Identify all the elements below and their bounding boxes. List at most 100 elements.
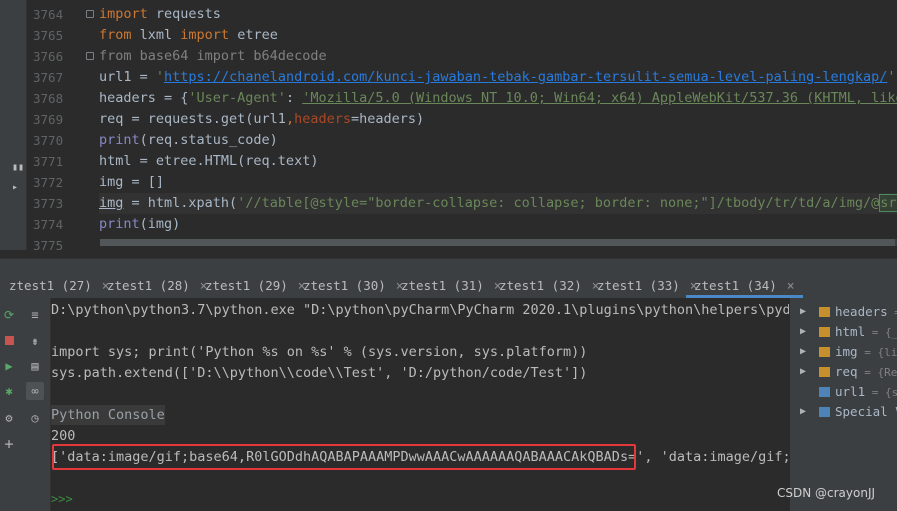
run-icon[interactable]: ▶ <box>0 357 18 375</box>
tab-label: ztest1 (28) <box>107 278 190 293</box>
fold-gutter <box>86 0 96 250</box>
tab-label: ztest1 (32) <box>499 278 582 293</box>
code-line: img = [] <box>99 174 165 190</box>
console-side-toolbar: ≡ ⇟ ▤ ∞ ◷ <box>19 298 51 511</box>
highlight-annotation-box <box>52 444 636 470</box>
history-icon[interactable]: ◷ <box>26 409 44 427</box>
console-header: Python Console <box>51 405 165 425</box>
variable-value: = {list: <box>864 346 897 359</box>
keyword-argument: headers <box>294 111 351 127</box>
line-number: 3765 <box>33 28 64 43</box>
selected-text: src <box>879 194 897 212</box>
line-number: 3773 <box>33 196 64 211</box>
url-link[interactable]: https://chanelandroid.com/kunci-jawaban-… <box>164 69 887 85</box>
tab-label: ztest1 (29) <box>205 278 288 293</box>
tab-ztest1-27[interactable]: ztest1 (27) × <box>9 272 110 298</box>
tab-label: ztest1 (31) <box>401 278 484 293</box>
code-text: (req.status_code) <box>139 132 278 148</box>
line-number: 3768 <box>33 91 64 106</box>
keyword: import <box>180 27 230 43</box>
console-import-line: import sys; print('Python %s on %s' % (s… <box>51 344 588 360</box>
tab-ztest1-34[interactable]: ztest1 (34) × <box>686 272 803 298</box>
close-icon[interactable]: × <box>787 279 795 294</box>
tab-ztest1-31[interactable]: ztest1 (31) × <box>401 272 502 298</box>
builtin-function: print <box>99 216 140 232</box>
variable-row-special[interactable]: ▶ Special Var <box>790 402 897 422</box>
tab-label: ztest1 (27) <box>9 278 92 293</box>
expand-arrow-icon[interactable]: ▶ <box>800 322 806 342</box>
soft-wrap-icon[interactable]: ≡ <box>26 306 44 324</box>
expand-arrow-icon[interactable]: ▶ <box>800 342 806 362</box>
expand-arrow-icon[interactable]: ▶ <box>800 402 806 422</box>
console-command-line: D:\python\python3.7\python.exe "D:\pytho… <box>51 302 789 318</box>
structure-icon[interactable]: ▮▮ <box>12 162 24 173</box>
variable-name: img <box>835 344 858 359</box>
line-number: 3774 <box>33 217 64 232</box>
tab-label: ztest1 (33) <box>597 278 680 293</box>
keyword: import <box>99 6 148 22</box>
variable-row-url1[interactable]: url1 = {str} <box>790 382 897 402</box>
code-text: req = requests.get(url1 <box>99 111 286 127</box>
code-line: import requests <box>99 4 897 25</box>
watermark: CSDN @crayonJJ <box>777 486 876 500</box>
variable-row-req[interactable]: ▶ req = {Res <box>790 362 897 382</box>
panel-splitter[interactable] <box>0 258 897 273</box>
fold-icon[interactable] <box>86 10 94 18</box>
horizontal-scrollbar[interactable] <box>100 239 897 246</box>
string-literal: 'Mozilla/5.0 (Windows NT 10.0; Win64; x6… <box>302 90 897 106</box>
add-icon[interactable]: + <box>0 435 18 453</box>
list-icon <box>819 367 830 377</box>
variable-row-img[interactable]: ▶ img = {list: <box>790 342 897 362</box>
line-number: 3771 <box>33 154 64 169</box>
code-text: = html.xpath( <box>123 195 238 211</box>
scroll-to-end-icon[interactable]: ⇟ <box>26 332 44 350</box>
scrollbar-thumb[interactable] <box>100 239 895 246</box>
expand-arrow-icon[interactable]: ▶ <box>800 302 806 322</box>
variable-name: Special Var <box>835 404 897 419</box>
variable-row-html[interactable]: ▶ html = {_Ele <box>790 322 897 342</box>
str-icon <box>819 387 830 397</box>
code-text: url1 = <box>99 69 156 85</box>
line-number: 3769 <box>33 112 64 127</box>
string-literal: '//table[@style="border-collapse: collap… <box>237 195 880 211</box>
tab-ztest1-29[interactable]: ztest1 (29) × <box>205 272 306 298</box>
code-line: html = etree.HTML(req.text) <box>99 153 319 169</box>
fold-icon[interactable] <box>86 52 94 60</box>
expand-arrow-icon[interactable]: ▶ <box>800 362 806 382</box>
code-text: etree <box>229 27 278 43</box>
print-icon[interactable]: ▤ <box>26 357 44 375</box>
stop-icon[interactable] <box>0 332 18 350</box>
variables-panel: ▶ headers = ▶ html = {_Ele ▶ img = {list… <box>789 298 897 511</box>
line-number: 3775 <box>33 238 64 250</box>
tab-ztest1-33[interactable]: ztest1 (33) × <box>597 272 698 298</box>
tab-ztest1-30[interactable]: ztest1 (30) × <box>303 272 404 298</box>
favorites-icon[interactable]: ▸ <box>12 182 18 193</box>
code-text: : <box>285 90 303 106</box>
tab-ztest1-28[interactable]: ztest1 (28) × <box>107 272 208 298</box>
code-line: print(req.status_code) <box>99 130 897 151</box>
code-text: lxml <box>131 27 181 43</box>
code-editor[interactable]: ▮▮ ▸ 3764 3765 3766 3767 3768 3769 3770 … <box>0 0 897 250</box>
list-icon <box>819 307 830 317</box>
settings-icon[interactable]: ⚙ <box>0 409 18 427</box>
tab-label: ztest1 (30) <box>303 278 386 293</box>
code-text: requests <box>147 6 221 22</box>
line-number: 3764 <box>33 7 64 22</box>
console-path-line: sys.path.extend(['D:\\python\\code\\Test… <box>51 365 588 381</box>
code-line: headers = {'User-Agent': 'Mozilla/5.0 (W… <box>99 88 897 109</box>
rerun-icon[interactable]: ⟳ <box>0 306 18 324</box>
show-variables-icon[interactable]: ∞ <box>26 382 44 400</box>
keyword: from <box>99 27 132 43</box>
console-prompt[interactable]: >>> <box>51 489 73 509</box>
string-quote: ' <box>887 69 896 85</box>
variable-value: = <box>888 306 897 319</box>
line-number: 3767 <box>33 70 64 85</box>
code-text: =headers) <box>350 111 425 127</box>
variable-row-headers[interactable]: ▶ headers = <box>790 302 897 322</box>
python-console-output[interactable]: D:\python\python3.7\python.exe "D:\pytho… <box>51 298 789 511</box>
console-tab-bar: ztest1 (27) × ztest1 (28) × ztest1 (29) × z… <box>0 272 897 299</box>
grid-icon <box>819 407 830 417</box>
debug-icon[interactable]: ✱ <box>0 382 18 400</box>
code-area[interactable]: import requests from lxml import etree f… <box>99 4 897 235</box>
tab-ztest1-32[interactable]: ztest1 (32) × <box>499 272 600 298</box>
